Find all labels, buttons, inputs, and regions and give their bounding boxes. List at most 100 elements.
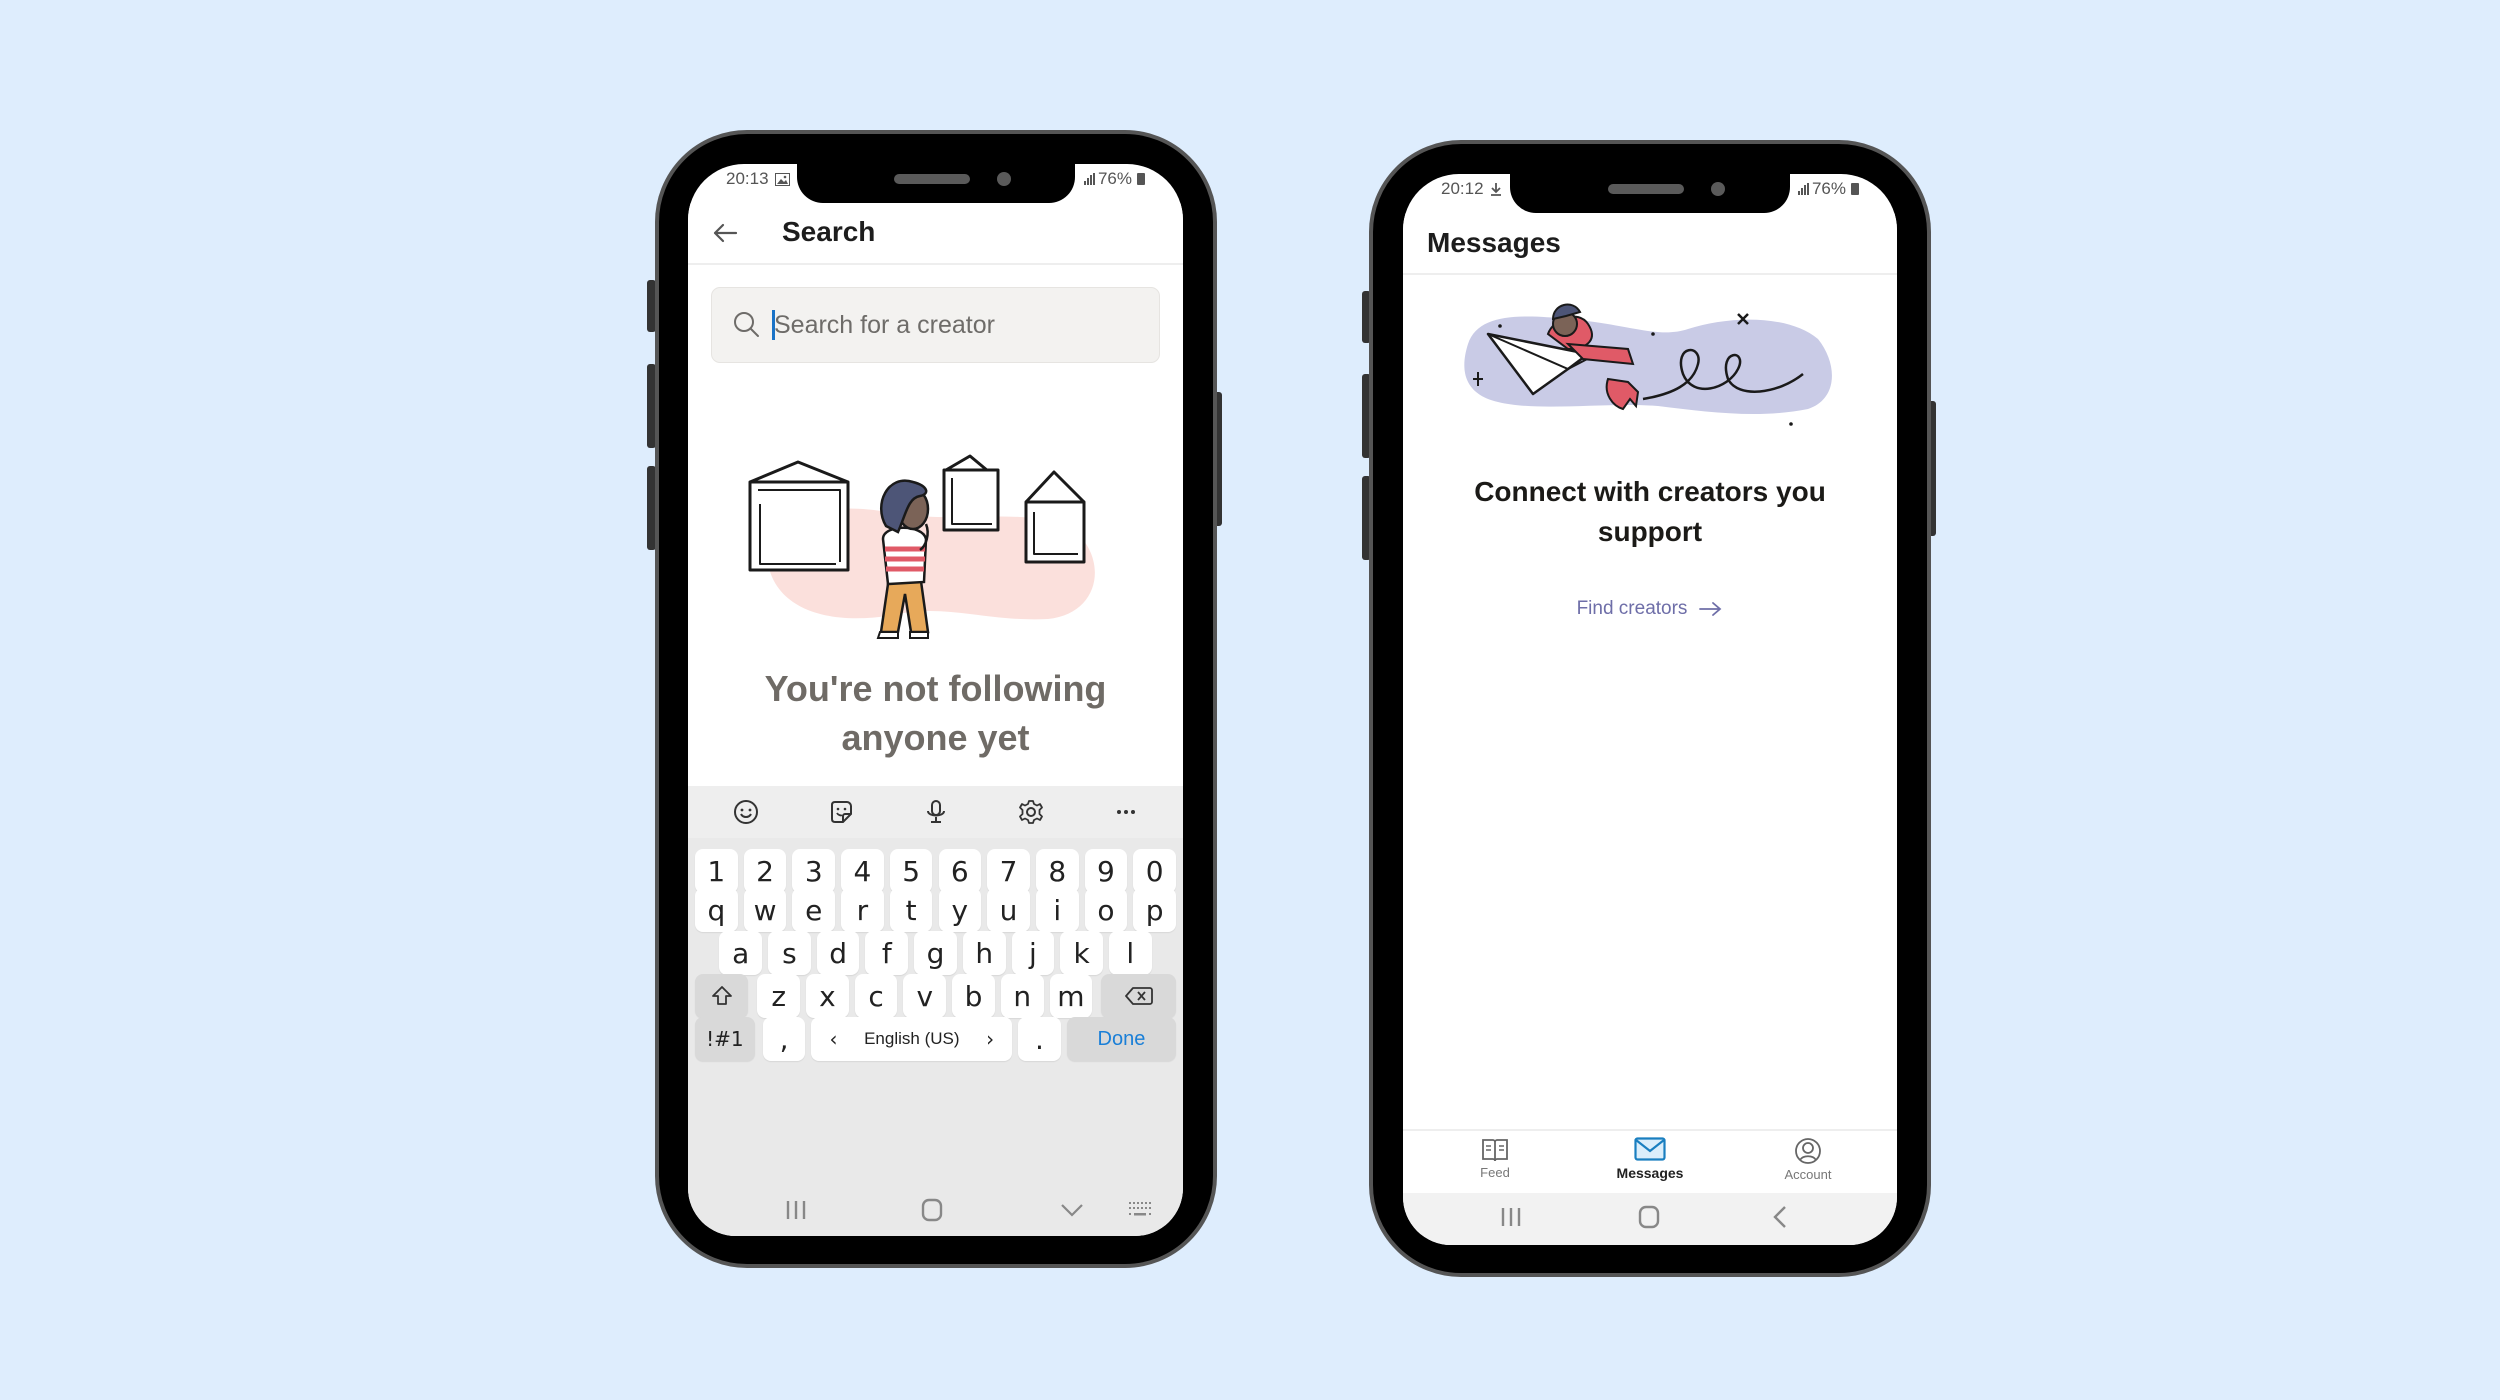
key-f[interactable]: f [865, 931, 909, 975]
space-key[interactable]: ‹ English (US) › [811, 1017, 1013, 1061]
period-key[interactable]: . [1018, 1017, 1061, 1061]
arrow-left-icon[interactable] [710, 218, 740, 248]
key-j[interactable]: j [1011, 931, 1055, 975]
backspace-icon [1124, 987, 1153, 1005]
key-y[interactable]: y [938, 888, 982, 932]
back-icon[interactable] [1771, 1205, 1789, 1234]
shift-icon [711, 986, 732, 1005]
backspace-key[interactable] [1101, 974, 1176, 1018]
key-0[interactable]: 0 [1133, 849, 1176, 893]
search-header: Search [688, 203, 1183, 265]
messages-header: Messages [1403, 213, 1897, 275]
search-placeholder: Search for a creator [774, 310, 995, 339]
battery-percent: 76% [1811, 179, 1846, 198]
status-bar-right: 76% [1083, 164, 1145, 194]
notch [1510, 174, 1790, 213]
empty-state-title-line2: support [1597, 516, 1703, 547]
key-u[interactable]: u [987, 888, 1030, 932]
find-creators-link[interactable]: Find creators [1403, 598, 1897, 620]
system-navigation-bar [1403, 1193, 1897, 1245]
done-key[interactable]: Done [1066, 1017, 1176, 1061]
hide-keyboard-icon[interactable] [1060, 1203, 1084, 1217]
status-bar-left: 20:13 [726, 164, 790, 194]
emoji-icon[interactable] [728, 794, 764, 830]
camera [1711, 182, 1725, 196]
home-icon[interactable] [1637, 1205, 1661, 1234]
person-looking-at-frames-illustration [748, 454, 1095, 639]
tab-messages-label: Messages [1616, 1165, 1684, 1181]
key-n[interactable]: n [1000, 974, 1044, 1018]
key-d[interactable]: d [816, 931, 860, 975]
key-o[interactable]: o [1084, 888, 1128, 932]
key-b[interactable]: b [952, 974, 995, 1018]
page-title: Messages [1427, 227, 1561, 258]
camera [997, 172, 1011, 186]
key-9[interactable]: 9 [1084, 849, 1128, 893]
tab-feed[interactable]: Feed [1435, 1137, 1555, 1180]
key-k[interactable]: k [1060, 931, 1103, 975]
key-m[interactable]: m [1049, 974, 1093, 1018]
home-icon[interactable] [920, 1198, 944, 1222]
battery-percent: 76% [1097, 169, 1132, 188]
key-a[interactable]: a [719, 931, 763, 975]
notch [797, 164, 1075, 203]
key-p[interactable]: p [1133, 888, 1176, 932]
key-t[interactable]: t [889, 888, 933, 932]
signal-icon [1083, 173, 1095, 185]
system-navigation-bar [688, 1184, 1183, 1236]
shift-key[interactable] [695, 974, 749, 1018]
battery-icon [1137, 173, 1145, 185]
key-5[interactable]: 5 [889, 849, 933, 893]
key-3[interactable]: 3 [792, 849, 836, 893]
tab-account[interactable]: Account [1748, 1137, 1868, 1182]
key-c[interactable]: c [854, 974, 898, 1018]
key-e[interactable]: e [792, 888, 836, 932]
key-2[interactable]: 2 [743, 849, 787, 893]
key-w[interactable]: w [743, 888, 787, 932]
mail-icon [1634, 1137, 1666, 1161]
bottom-tab-bar: Feed Messages Account [1403, 1129, 1897, 1195]
search-input[interactable]: Search for a creator [711, 287, 1160, 363]
comma-key[interactable]: , [762, 1017, 806, 1061]
key-r[interactable]: r [841, 888, 884, 932]
more-icon[interactable] [1108, 794, 1144, 830]
space-label: English (US) [864, 1029, 960, 1048]
tab-messages[interactable]: Messages [1590, 1137, 1710, 1181]
sticker-icon[interactable] [823, 794, 859, 830]
key-4[interactable]: 4 [841, 849, 884, 893]
search-icon [734, 312, 759, 337]
empty-state-title-line1: You're not following [764, 668, 1107, 709]
status-bar-left: 20:12 [1441, 174, 1502, 204]
microphone-icon[interactable] [918, 794, 954, 830]
key-g[interactable]: g [914, 931, 957, 975]
key-v[interactable]: v [903, 974, 947, 1018]
language-next[interactable]: › [986, 1027, 994, 1051]
key-7[interactable]: 7 [987, 849, 1030, 893]
user-circle-icon [1795, 1138, 1821, 1164]
keyboard-switch-icon[interactable] [1128, 1200, 1154, 1220]
language-prev[interactable]: ‹ [829, 1027, 837, 1051]
key-8[interactable]: 8 [1035, 849, 1079, 893]
key-6[interactable]: 6 [938, 849, 982, 893]
key-i[interactable]: i [1035, 888, 1079, 932]
status-time: 20:12 [1441, 179, 1484, 198]
find-creators-label: Find creators [1576, 598, 1688, 619]
keyboard: 1 2 3 4 5 6 7 8 9 0 q w e r t y u i o p a s d f g h j k l z x c v b n m !#1,… [688, 786, 1183, 1236]
key-1[interactable]: 1 [695, 849, 738, 893]
recents-icon[interactable] [784, 1199, 808, 1221]
key-q[interactable]: q [695, 888, 738, 932]
battery-icon [1851, 183, 1859, 195]
recents-icon[interactable] [1499, 1206, 1523, 1233]
status-bar-right: 76% [1797, 174, 1859, 204]
search-screen: 20:13 76% Search Search for a creator Yo… [688, 164, 1183, 1236]
key-x[interactable]: x [806, 974, 849, 1018]
key-h[interactable]: h [962, 931, 1006, 975]
person-on-paper-plane-illustration [1464, 303, 1832, 426]
download-icon [1490, 183, 1501, 196]
symbols-key[interactable]: !#1 [695, 1017, 755, 1061]
key-s[interactable]: s [768, 931, 811, 975]
key-l[interactable]: l [1108, 931, 1152, 975]
settings-icon[interactable] [1013, 794, 1049, 830]
key-z[interactable]: z [757, 974, 801, 1018]
tab-account-label: Account [1784, 1167, 1832, 1182]
